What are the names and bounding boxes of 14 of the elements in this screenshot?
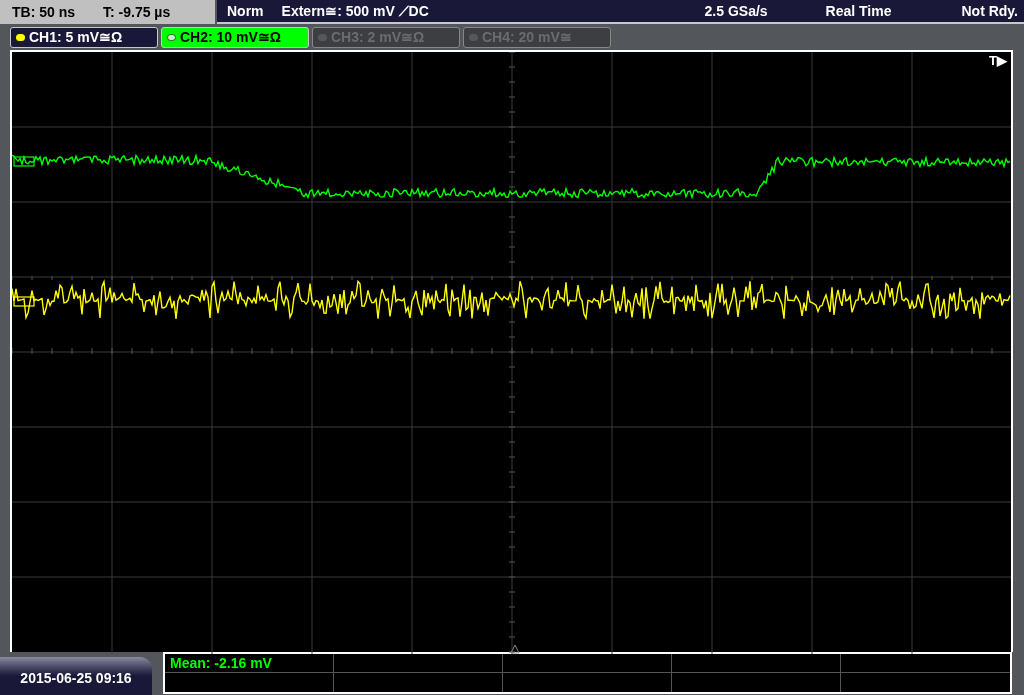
- trigger-marker: T▶: [989, 54, 1007, 67]
- ch2-level-marker[interactable]: [13, 156, 35, 167]
- trigger-time-label: T: -9.75 µs: [103, 2, 171, 22]
- channel-tab[interactable]: CH2: 10 mV≅Ω: [161, 27, 309, 48]
- measurement-cell: Mean: -2.16 mV: [165, 654, 334, 673]
- trigger-mode-label: Norm: [227, 1, 264, 21]
- ch1-level-marker[interactable]: [13, 296, 35, 307]
- sample-rate-label: 2.5 GSa/s: [704, 1, 768, 21]
- trigger-source-label: Extern≅: 500 mV ⟋DC: [281, 1, 429, 21]
- acquisition-label: Real Time: [825, 1, 892, 21]
- channel-tab[interactable]: CH1: 5 mV≅Ω: [10, 27, 158, 48]
- timebase-label: TB: 50 ns: [12, 2, 75, 22]
- trigger-position-icon: [510, 644, 520, 654]
- status-label: Not Rdy.: [961, 1, 1018, 21]
